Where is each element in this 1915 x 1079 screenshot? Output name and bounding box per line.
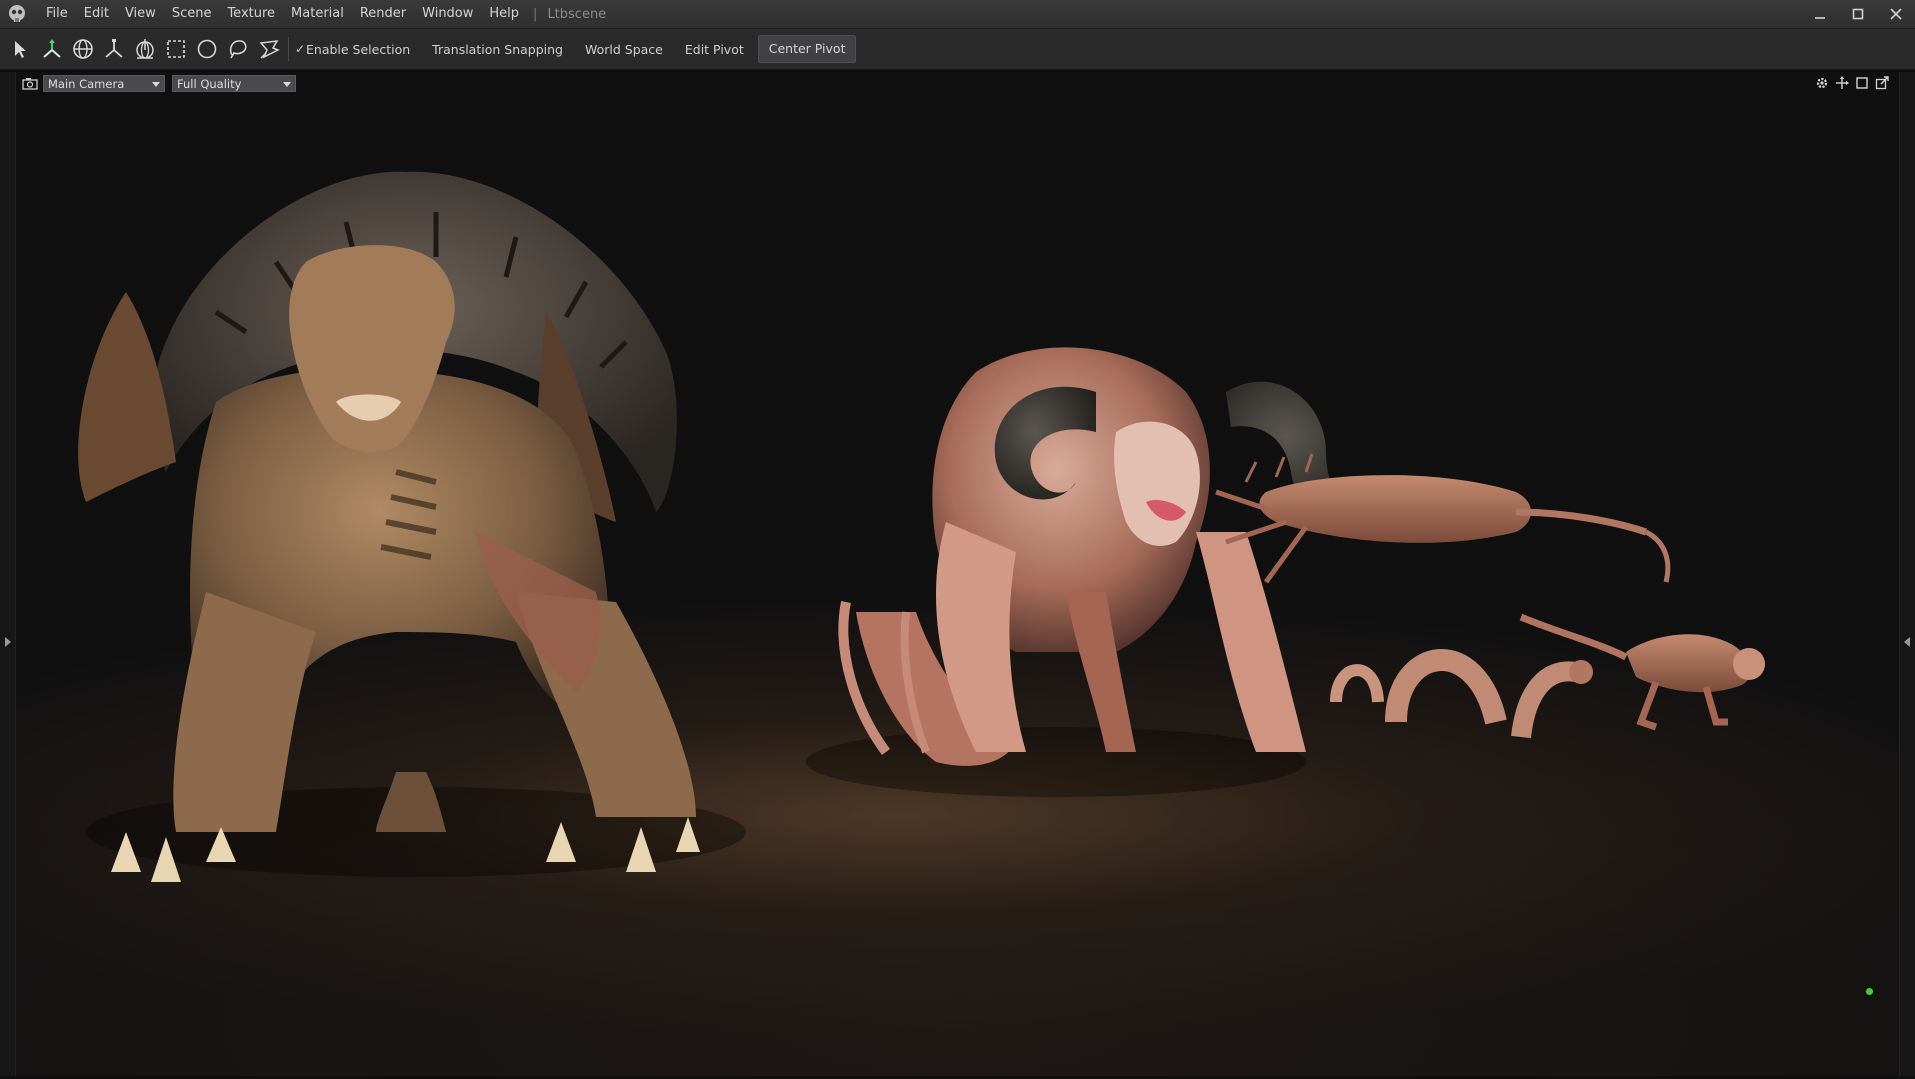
world-space-label: World Space	[584, 41, 663, 57]
rect-select-icon[interactable]	[161, 33, 191, 65]
camera-select[interactable]: Main Camera	[43, 75, 165, 92]
menu-render[interactable]: Render	[352, 0, 414, 28]
creature-horned-demon[interactable]	[838, 347, 1376, 766]
maximize-view-icon[interactable]	[1855, 76, 1869, 90]
menu-scene[interactable]: Scene	[164, 0, 220, 28]
popout-icon[interactable]	[1875, 76, 1889, 90]
edit-pivot-label: Edit Pivot	[684, 41, 744, 57]
translation-snapping-label: Translation Snapping	[432, 41, 563, 57]
menu-material[interactable]: Material	[283, 0, 352, 28]
document-title: Ltbscene	[547, 6, 607, 22]
quality-select-value: Full Quality	[177, 77, 242, 91]
minimize-icon[interactable]	[1801, 0, 1839, 28]
center-pivot-button[interactable]: Center Pivot	[757, 35, 857, 63]
scene-render[interactable]	[16, 72, 1899, 1076]
menu-bar: File Edit View Scene Texture Material Re…	[0, 0, 1915, 29]
circle-select-icon[interactable]	[192, 33, 222, 65]
camera-select-value: Main Camera	[48, 77, 125, 91]
expand-right-panel-icon[interactable]	[1904, 637, 1910, 647]
camera-icon[interactable]	[22, 77, 38, 90]
settings-gear-icon[interactable]	[1815, 76, 1829, 90]
chevron-down-icon	[152, 82, 160, 87]
translation-snapping-toggle[interactable]: Translation Snapping	[424, 42, 563, 57]
move-gizmo-icon[interactable]	[37, 33, 67, 65]
status-indicator	[1866, 988, 1873, 995]
creature-flying-insect[interactable]	[1215, 453, 1671, 584]
title-separator: |	[533, 6, 538, 22]
close-icon[interactable]	[1877, 0, 1915, 28]
expand-left-panel-icon[interactable]	[5, 637, 11, 647]
lasso-select-icon[interactable]	[223, 33, 253, 65]
maximize-icon[interactable]	[1839, 0, 1877, 28]
left-panel-gutter	[0, 72, 16, 1076]
rotate-gizmo-icon[interactable]	[68, 33, 98, 65]
creature-armored-beast[interactable]	[78, 171, 700, 882]
toolbar: ✓ Enable Selection Translation Snapping …	[0, 29, 1915, 70]
quality-select[interactable]: Full Quality	[172, 75, 296, 92]
creature-sand-worms[interactable]	[1330, 649, 1593, 739]
menu-view[interactable]: View	[117, 0, 164, 28]
paint-select-icon[interactable]	[254, 33, 284, 65]
universal-gizmo-icon[interactable]	[130, 33, 160, 65]
select-arrow-icon[interactable]	[6, 33, 36, 65]
window-controls	[1801, 0, 1915, 28]
viewport-header: Main Camera Full Quality	[16, 72, 1899, 94]
menu-help[interactable]: Help	[481, 0, 527, 28]
pan-cross-icon[interactable]	[1835, 76, 1849, 90]
skull-logo-icon	[9, 5, 25, 22]
menu-window[interactable]: Window	[414, 0, 481, 28]
edit-pivot-toggle[interactable]: Edit Pivot	[677, 42, 744, 57]
menu-file[interactable]: File	[38, 0, 76, 28]
enable-selection-toggle[interactable]: ✓ Enable Selection	[295, 42, 410, 57]
3d-viewport[interactable]: Main Camera Full Quality	[16, 72, 1899, 1076]
menu-texture[interactable]: Texture	[219, 0, 283, 28]
chevron-down-icon	[283, 82, 291, 87]
world-space-toggle[interactable]: World Space	[577, 42, 663, 57]
check-icon: ✓	[295, 42, 306, 56]
menu-edit[interactable]: Edit	[76, 0, 117, 28]
viewport-tools	[1815, 76, 1889, 90]
scale-gizmo-icon[interactable]	[99, 33, 129, 65]
enable-selection-label: Enable Selection	[306, 41, 411, 57]
right-panel-gutter	[1899, 72, 1915, 1076]
toolbar-divider	[288, 37, 289, 61]
